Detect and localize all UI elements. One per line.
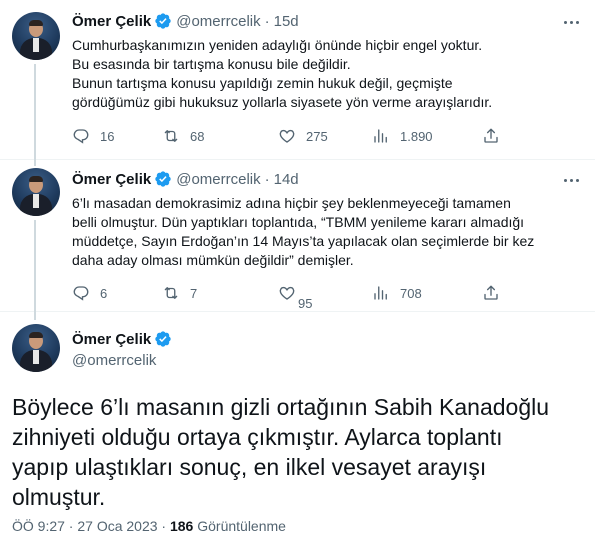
tweet-time[interactable]: 14d [274, 171, 299, 188]
author-handle[interactable]: @omerrcelik [176, 171, 260, 188]
views-count: 1.890 [400, 128, 433, 144]
thread-line [34, 160, 36, 166]
retweet-icon [164, 130, 178, 142]
tweet-text-line: Cumhurbaşkanımızın yeniden adaylığı önün… [72, 37, 483, 53]
thread-line [34, 64, 36, 160]
share-icon [484, 285, 498, 300]
tweet-text: 6’lı masadan demokrasimiz adına hiçbir ş… [72, 194, 572, 270]
tweet-text-line: olmuştur. [12, 484, 106, 510]
views-button[interactable]: 1.890 [372, 127, 482, 145]
author-name[interactable]: Ömer Çelik [72, 331, 151, 348]
avatar[interactable] [12, 12, 60, 60]
tweet-text-line: Bunun tartışma konusu yapıldığı zemin hu… [72, 75, 453, 91]
like-button[interactable]: 275 [278, 127, 372, 145]
views-count: 186 [169, 518, 194, 534]
tweet-text-line: Bu esasında bir tartışma konusu bile değ… [72, 56, 351, 72]
views-label: Görüntülenme [193, 518, 286, 534]
tweet-actions: 6 7 95 708 [72, 284, 512, 311]
analytics-icon [374, 286, 387, 300]
retweet-icon [164, 287, 178, 299]
tweet-text-line: gördüğümüz gibi hukuksuz yollarla siyase… [72, 94, 493, 110]
tweet-text-line: 6’lı masadan demokrasimiz adına hiçbir ş… [72, 195, 511, 211]
tweet-text-line: zihniyeti olduğu ortaya çıkmıştır. Aylar… [12, 424, 503, 450]
retweet-button[interactable]: 7 [162, 284, 278, 302]
tweet-header: Ömer Çelik @omerrcelik · 15d [72, 12, 299, 30]
like-count: 275 [306, 128, 328, 144]
share-button[interactable] [482, 127, 500, 145]
heart-icon [279, 129, 295, 143]
tweet-actions: 16 68 275 1.890 [72, 127, 512, 145]
views-button[interactable]: 708 [372, 284, 482, 302]
like-button[interactable]: 95 [278, 284, 372, 311]
avatar[interactable] [12, 168, 60, 216]
more-options-icon[interactable] [561, 170, 581, 190]
retweet-button[interactable]: 68 [162, 127, 278, 145]
tweet-text: Böylece 6’lı masanın gizli ortağının Sab… [12, 392, 582, 512]
author-handle[interactable]: @omerrcelik [72, 352, 156, 369]
retweet-count: 68 [190, 128, 205, 144]
analytics-icon [374, 129, 387, 143]
tweet-meta: ÖÖ 9:27 · 27 Oca 2023 · 186 Görüntülenme [12, 518, 286, 534]
share-button[interactable] [482, 284, 500, 302]
tweet-text-line: müddetçe, Sayın Erdoğan’ın 14 Mayıs’ta y… [72, 233, 535, 249]
more-options-icon[interactable] [561, 12, 581, 32]
tweet-text-line: Böylece 6’lı masanın gizli ortağının Sab… [12, 394, 550, 420]
heart-icon [279, 286, 295, 300]
reply-count: 16 [100, 128, 115, 144]
views-count: 708 [400, 285, 422, 301]
tweet-text-line: yapıp ulaştıkları sonuç, en ilkel vesaye… [12, 454, 487, 480]
author-name[interactable]: Ömer Çelik [72, 171, 151, 188]
avatar[interactable] [12, 324, 60, 372]
thread-line [34, 312, 36, 320]
tweet[interactable]: Ömer Çelik @omerrcelik · 15d Cumhurbaşka… [0, 0, 595, 160]
reply-icon [73, 129, 89, 144]
tweet-text: Cumhurbaşkanımızın yeniden adaylığı önün… [72, 36, 572, 112]
reply-icon [73, 286, 89, 301]
tweet-header: Ömer Çelik @omerrcelik · 14d [72, 170, 299, 188]
tweet-text-line: belli olmuştur. Dün yaptıkları toplantıd… [72, 214, 525, 230]
verified-badge-icon [155, 13, 171, 29]
share-icon [484, 128, 498, 143]
separator-dot: · [264, 170, 270, 188]
like-count: 95 [298, 295, 313, 311]
author-handle[interactable]: @omerrcelik [176, 13, 260, 30]
retweet-count: 7 [190, 285, 198, 301]
author-name[interactable]: Ömer Çelik [72, 13, 151, 30]
reply-button[interactable]: 6 [72, 284, 162, 302]
main-tweet: Ömer Çelik @omerrcelik Böylece 6’lı masa… [0, 312, 595, 548]
tweet[interactable]: Ömer Çelik @omerrcelik · 14d 6’lı masada… [0, 160, 595, 312]
tweet-timestamp[interactable]: ÖÖ 9:27 · 27 Oca 2023 · [12, 518, 170, 534]
separator-dot: · [264, 12, 270, 30]
tweet-time[interactable]: 15d [274, 13, 299, 30]
tweet-text-line: daha aday olması mümkün değildir” demişl… [72, 252, 354, 268]
reply-button[interactable]: 16 [72, 127, 162, 145]
tweet-header: Ömer Çelik [72, 330, 172, 348]
thread-line [34, 220, 36, 312]
reply-count: 6 [100, 285, 108, 301]
verified-badge-icon [155, 331, 171, 347]
verified-badge-icon [155, 171, 171, 187]
